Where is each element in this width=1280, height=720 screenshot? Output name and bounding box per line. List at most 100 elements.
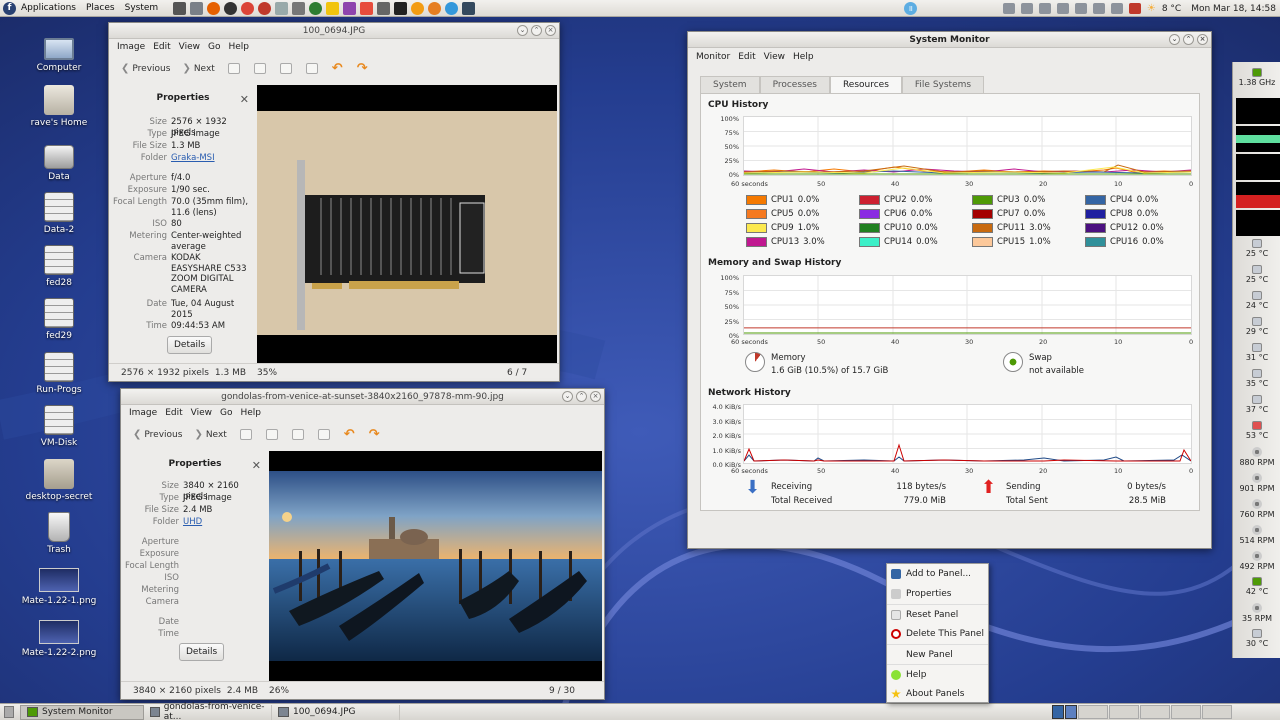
cpu-color-swatch[interactable] xyxy=(746,195,767,205)
image-canvas[interactable] xyxy=(257,85,557,363)
vm-launcher-icon[interactable] xyxy=(377,1,391,15)
cpu-legend-item[interactable]: CPU14 0.0% xyxy=(859,236,972,248)
cpu-color-swatch[interactable] xyxy=(859,195,880,205)
cpu-color-swatch[interactable] xyxy=(859,237,880,247)
next-button[interactable]: ❯ Next xyxy=(190,429,230,440)
task-100-0694[interactable]: 100_0694.JPG xyxy=(272,704,400,720)
menu-help[interactable]: Help xyxy=(789,52,818,62)
menu-item-about-panels[interactable]: About Panels xyxy=(887,684,988,704)
zoom-normal-icon[interactable] xyxy=(279,63,292,74)
minimize-icon[interactable]: ⌄ xyxy=(562,391,573,402)
cpu-legend-item[interactable]: CPU1 0.0% xyxy=(746,194,859,206)
desktop-icon-home[interactable]: rave's Home xyxy=(19,85,99,128)
cpu-legend-item[interactable]: CPU7 0.0% xyxy=(972,208,1085,220)
workspace-2[interactable] xyxy=(1065,705,1077,719)
cpu-legend-item[interactable]: CPU5 0.0% xyxy=(746,208,859,220)
media-launcher-icon[interactable] xyxy=(360,1,374,15)
desktop-icon-fed29[interactable]: fed29 xyxy=(19,298,99,341)
zoom-fit-icon[interactable] xyxy=(305,63,318,74)
desktop-icon-desktop-secret[interactable]: desktop-secret xyxy=(19,459,99,502)
rotate-left-icon[interactable]: ↶ xyxy=(332,61,343,76)
task-gondolas[interactable]: gondolas-from-venice-at... xyxy=(144,702,272,720)
fedora-logo-icon[interactable]: f xyxy=(3,1,16,15)
cpu-color-swatch[interactable] xyxy=(972,195,993,205)
cpu-legend-item[interactable]: CPU11 3.0% xyxy=(972,222,1085,234)
desktop-icon-fed28[interactable]: fed28 xyxy=(19,245,99,288)
minimize-icon[interactable]: ⌄ xyxy=(1169,34,1180,45)
menu-view[interactable]: View xyxy=(760,52,789,62)
cpu-color-swatch[interactable] xyxy=(1085,209,1106,219)
menu-item-help[interactable]: Help xyxy=(887,664,988,684)
fan-sensor-6[interactable]: 35 RPM xyxy=(1233,603,1280,623)
desktop-icon-run-progs[interactable]: Run-Progs xyxy=(19,352,99,395)
menu-applications[interactable]: Applications xyxy=(16,3,81,13)
maximize-icon[interactable]: ⌃ xyxy=(1183,34,1194,45)
desktop-icon-vm-disk[interactable]: VM-Disk xyxy=(19,405,99,448)
cpu-legend-item[interactable]: CPU13 3.0% xyxy=(746,236,859,248)
memory-load-graph[interactable] xyxy=(1236,126,1280,152)
cpu-color-swatch[interactable] xyxy=(972,223,993,233)
window-titlebar[interactable]: System Monitor ⌄ ⌃ × xyxy=(688,32,1211,48)
chrome-launcher-icon[interactable] xyxy=(241,1,255,15)
next-button[interactable]: ❯ Next xyxy=(178,63,218,74)
desktop-icon-trash[interactable]: Trash xyxy=(19,512,99,555)
menu-item-add-to-panel[interactable]: Add to Panel... xyxy=(887,564,988,584)
menu-system[interactable]: System xyxy=(120,3,164,13)
window-titlebar[interactable]: gondolas-from-venice-at-sunset-3840x2160… xyxy=(121,389,604,405)
workspace-5[interactable] xyxy=(1140,705,1170,719)
github-launcher-icon[interactable] xyxy=(224,1,238,15)
cpu-legend-item[interactable]: CPU15 1.0% xyxy=(972,236,1085,248)
temp-sensor-9[interactable]: 42 °C xyxy=(1233,577,1280,596)
cpu-color-swatch[interactable] xyxy=(1085,237,1106,247)
temp-sensor-8[interactable]: 53 °C xyxy=(1233,421,1280,440)
cpu-legend-item[interactable]: CPU10 0.0% xyxy=(859,222,972,234)
cpu-color-swatch[interactable] xyxy=(972,209,993,219)
folder-link[interactable]: UHD xyxy=(183,517,263,528)
cpu-color-swatch[interactable] xyxy=(1085,195,1106,205)
network-icon[interactable] xyxy=(1002,3,1015,14)
menu-image[interactable]: Image xyxy=(113,42,149,52)
volume-icon[interactable] xyxy=(1056,3,1069,14)
fan-sensor-5[interactable]: 492 RPM xyxy=(1233,551,1280,571)
fish-launcher-icon[interactable] xyxy=(411,1,425,15)
update-icon[interactable] xyxy=(1128,3,1141,14)
window-titlebar[interactable]: 100_0694.JPG ⌄ ⌃ × xyxy=(109,23,559,39)
close-icon[interactable]: ✕ xyxy=(240,93,249,106)
temp-sensor-7[interactable]: 37 °C xyxy=(1233,395,1280,414)
previous-button[interactable]: ❮ Previous xyxy=(129,429,186,440)
temp-sensor-1[interactable]: 25 °C xyxy=(1233,239,1280,258)
close-icon[interactable]: ✕ xyxy=(252,459,261,472)
temp-sensor-6[interactable]: 35 °C xyxy=(1233,369,1280,388)
menu-monitor[interactable]: Monitor xyxy=(692,52,734,62)
workspace-4[interactable] xyxy=(1109,705,1139,719)
close-icon[interactable]: × xyxy=(545,25,556,36)
zoom-out-icon[interactable] xyxy=(265,429,278,440)
rotate-left-icon[interactable]: ↶ xyxy=(344,427,355,442)
keyboard-icon[interactable] xyxy=(1110,3,1123,14)
menu-item-reset-panel[interactable]: Reset Panel xyxy=(887,604,988,624)
firefox-launcher-icon[interactable] xyxy=(207,1,221,15)
tab-system[interactable]: System xyxy=(700,76,760,93)
details-button[interactable]: Details xyxy=(179,643,225,661)
maximize-icon[interactable]: ⌃ xyxy=(576,391,587,402)
menu-view[interactable]: View xyxy=(187,408,216,418)
net-load-graph[interactable] xyxy=(1236,182,1280,208)
close-icon[interactable]: × xyxy=(1197,34,1208,45)
cpu-legend-item[interactable]: CPU8 0.0% xyxy=(1085,208,1198,220)
desktop-icon-mate-2[interactable]: Mate-1.22-2.png xyxy=(19,618,99,658)
workspace-3[interactable] xyxy=(1078,705,1108,719)
cpu-color-swatch[interactable] xyxy=(859,209,880,219)
files-launcher-icon[interactable] xyxy=(190,1,204,15)
monitor-launcher-icon[interactable] xyxy=(462,1,476,15)
desktop-icon-computer[interactable]: Computer xyxy=(19,32,99,73)
weather-temperature[interactable]: 8 °C xyxy=(1162,4,1181,14)
console-launcher-icon[interactable] xyxy=(394,1,408,15)
display-icon[interactable] xyxy=(1020,3,1033,14)
cpu-legend-item[interactable]: CPU16 0.0% xyxy=(1085,236,1198,248)
rotate-right-icon[interactable]: ↷ xyxy=(369,427,380,442)
cpu-legend-item[interactable]: CPU3 0.0% xyxy=(972,194,1085,206)
cpu-color-swatch[interactable] xyxy=(859,223,880,233)
battery-icon[interactable] xyxy=(1038,3,1051,14)
cpu-color-swatch[interactable] xyxy=(746,209,767,219)
zoom-fit-icon[interactable] xyxy=(317,429,330,440)
